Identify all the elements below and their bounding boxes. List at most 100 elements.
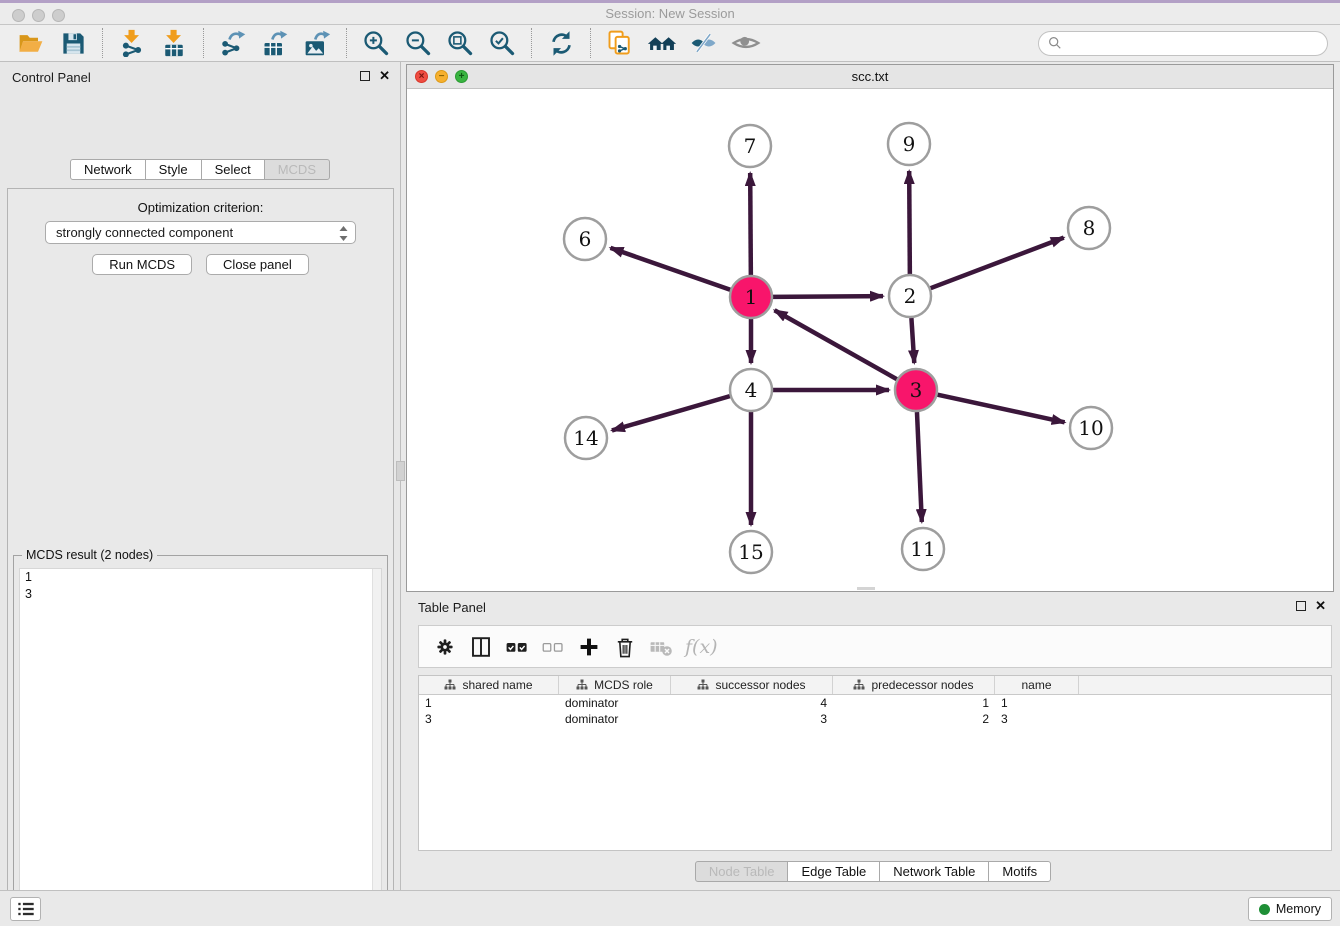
table-cell[interactable]: dominator — [559, 711, 671, 727]
first-neighbors-button[interactable] — [646, 27, 678, 59]
graph-node-6[interactable]: 6 — [564, 218, 606, 260]
graph-node-7[interactable]: 7 — [729, 125, 771, 167]
graph-node-9[interactable]: 9 — [888, 123, 930, 165]
close-panel-button[interactable]: Close panel — [206, 254, 309, 275]
graph-edge-2-9[interactable] — [909, 171, 910, 274]
import-network-button[interactable] — [116, 27, 148, 59]
network-canvas[interactable]: 7 9 6 8 1 2 4 3 14 10 15 11 — [407, 89, 1333, 591]
graph-node-1[interactable]: 1 — [730, 276, 772, 318]
float-panel-icon[interactable] — [360, 71, 370, 81]
network-window-titlebar[interactable]: × − + scc.txt — [407, 65, 1333, 89]
zoom-out-button[interactable] — [402, 27, 434, 59]
mcds-result-text[interactable]: 1 3 — [19, 568, 382, 926]
table-row[interactable]: 3dominator323 — [419, 711, 1331, 727]
graph-edge-1-6[interactable] — [610, 248, 730, 290]
table-settings-button[interactable] — [428, 630, 462, 664]
graph-edge-3-1[interactable] — [775, 310, 897, 379]
graph-node-3[interactable]: 3 — [895, 369, 937, 411]
graph-edge-1-7[interactable] — [750, 173, 751, 275]
zoom-selected-button[interactable] — [486, 27, 518, 59]
graph-edge-2-3[interactable] — [911, 318, 914, 363]
tab-edge-table[interactable]: Edge Table — [787, 861, 880, 882]
export-table-button[interactable] — [259, 27, 291, 59]
network-window-title: scc.txt — [407, 65, 1333, 88]
column-header-MCDS-role[interactable]: MCDS role — [559, 676, 671, 694]
memory-button[interactable]: Memory — [1248, 897, 1332, 921]
search-input[interactable] — [1067, 36, 1318, 51]
close-table-panel-icon[interactable]: ✕ — [1315, 600, 1326, 612]
tab-motifs[interactable]: Motifs — [988, 861, 1051, 882]
show-all-button[interactable] — [730, 27, 762, 59]
create-column-button[interactable] — [572, 630, 606, 664]
network-maximize-button[interactable]: + — [455, 70, 468, 83]
tab-mcds[interactable]: MCDS — [264, 159, 330, 180]
graph-edge-2-8[interactable] — [931, 238, 1064, 289]
column-header-predecessor-nodes[interactable]: predecessor nodes — [833, 676, 995, 694]
delete-column-button[interactable] — [608, 630, 642, 664]
table-cell[interactable]: 1 — [419, 695, 559, 711]
table-cell[interactable]: 1 — [995, 695, 1079, 711]
refresh-layout-button[interactable] — [545, 27, 577, 59]
network-close-button[interactable]: × — [415, 70, 428, 83]
tab-select[interactable]: Select — [201, 159, 265, 180]
window-maximize-button[interactable] — [52, 9, 65, 22]
memory-status-icon — [1259, 904, 1270, 915]
save-session-button[interactable] — [57, 27, 89, 59]
window-minimize-button[interactable] — [32, 9, 45, 22]
column-header-name[interactable]: name — [995, 676, 1079, 694]
table-cell[interactable]: 3 — [995, 711, 1079, 727]
float-table-panel-icon[interactable] — [1296, 601, 1306, 611]
zoom-fit-button[interactable] — [444, 27, 476, 59]
table-cell[interactable]: 3 — [671, 711, 833, 727]
graph-node-4[interactable]: 4 — [730, 369, 772, 411]
graph-edge-4-14[interactable] — [612, 396, 730, 430]
table-cell[interactable]: 4 — [671, 695, 833, 711]
tab-network-table[interactable]: Network Table — [879, 861, 989, 882]
window-close-button[interactable] — [12, 9, 25, 22]
graph-node-15[interactable]: 15 — [730, 531, 772, 573]
run-mcds-button[interactable]: Run MCDS — [92, 254, 192, 275]
task-history-button[interactable] — [10, 897, 41, 921]
export-image-button[interactable] — [301, 27, 333, 59]
graph-node-label: 11 — [910, 537, 935, 561]
criterion-select[interactable]: strongly connected component — [45, 221, 356, 244]
export-table-icon — [261, 29, 289, 57]
table-header-row: shared nameMCDS rolesuccessor nodesprede… — [419, 676, 1331, 695]
hide-selected-button[interactable] — [688, 27, 720, 59]
close-panel-icon[interactable]: ✕ — [379, 70, 390, 82]
show-column-browser-button[interactable] — [464, 630, 498, 664]
graph-node-11[interactable]: 11 — [902, 528, 944, 570]
canvas-scrollbar-dash[interactable] — [857, 587, 875, 590]
column-header-shared-name[interactable]: shared name — [419, 676, 559, 694]
import-table-button[interactable] — [158, 27, 190, 59]
graph-edge-3-10[interactable] — [937, 395, 1064, 423]
graph-node-14[interactable]: 14 — [565, 417, 607, 459]
table-cell[interactable]: 2 — [833, 711, 995, 727]
table-cell[interactable]: dominator — [559, 695, 671, 711]
tab-network[interactable]: Network — [70, 159, 146, 180]
new-network-from-selection-button[interactable] — [604, 27, 636, 59]
graph-edge-1-2[interactable] — [773, 296, 883, 297]
column-header-successor-nodes[interactable]: successor nodes — [671, 676, 833, 694]
graph-node-8[interactable]: 8 — [1068, 207, 1110, 249]
toolbar-separator — [102, 28, 103, 58]
deselect-all-columns-button[interactable] — [536, 630, 570, 664]
memory-label: Memory — [1276, 902, 1321, 916]
table-cell[interactable]: 3 — [419, 711, 559, 727]
table-cell[interactable]: 1 — [833, 695, 995, 711]
panel-splitter-handle[interactable] — [396, 461, 405, 481]
export-network-button[interactable] — [217, 27, 249, 59]
tab-style[interactable]: Style — [145, 159, 202, 180]
function-builder-icon[interactable]: f(x) — [685, 636, 718, 658]
tab-node-table[interactable]: Node Table — [695, 861, 789, 882]
delete-table-button[interactable] — [644, 630, 678, 664]
result-scrollbar[interactable] — [372, 569, 381, 926]
graph-edge-3-11[interactable] — [917, 412, 922, 522]
open-file-button[interactable] — [15, 27, 47, 59]
select-all-columns-button[interactable] — [500, 630, 534, 664]
zoom-in-button[interactable] — [360, 27, 392, 59]
table-row[interactable]: 1dominator411 — [419, 695, 1331, 711]
graph-node-10[interactable]: 10 — [1070, 407, 1112, 449]
graph-node-2[interactable]: 2 — [889, 275, 931, 317]
network-minimize-button[interactable]: − — [435, 70, 448, 83]
